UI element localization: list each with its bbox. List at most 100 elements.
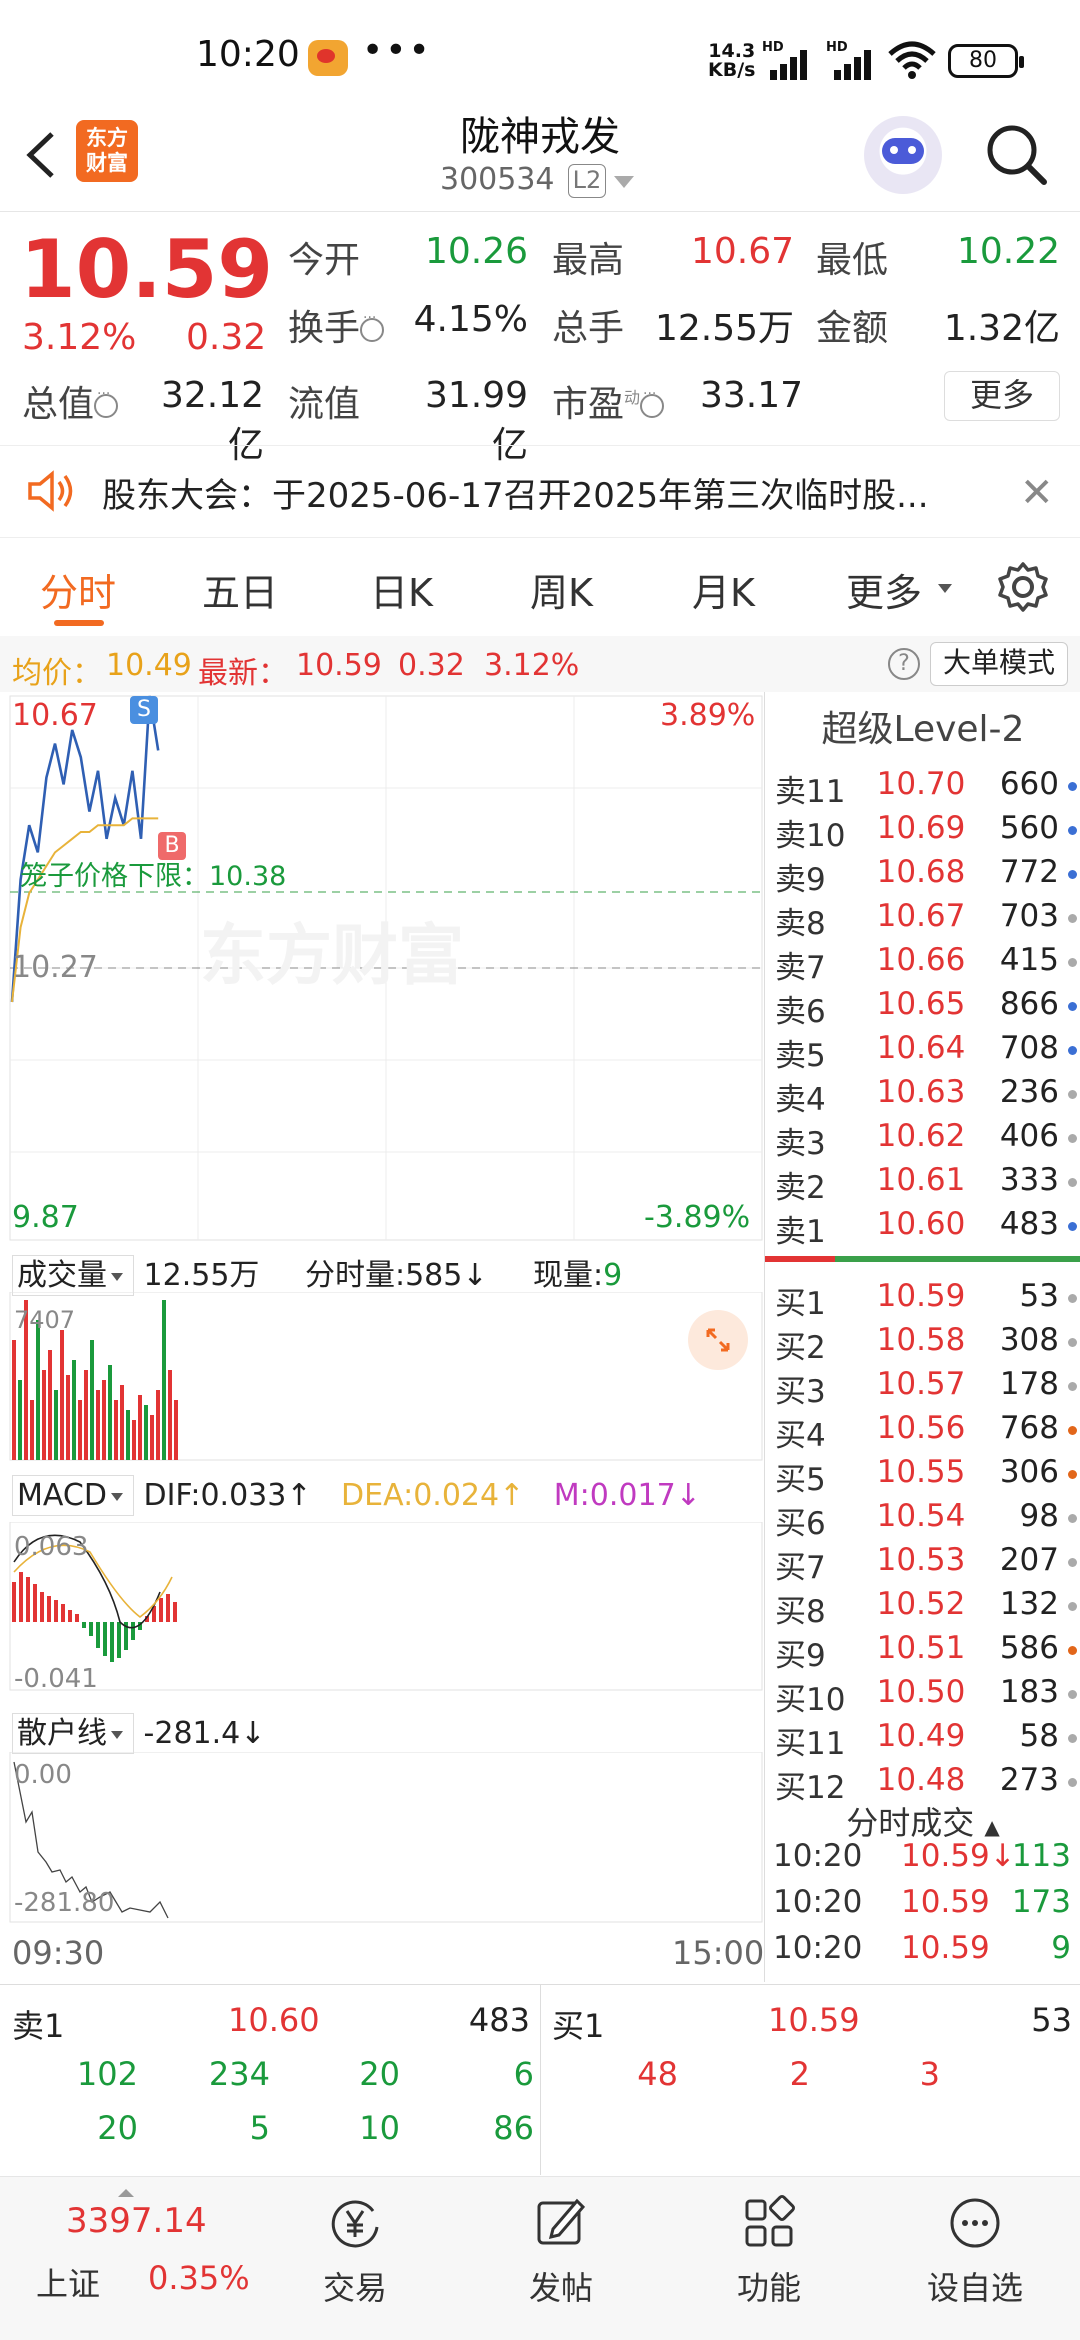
tab-daily-k[interactable]: 日K: [370, 562, 433, 617]
macd-indicator-select[interactable]: MACD: [12, 1475, 134, 1516]
tab-five-day[interactable]: 五日: [202, 562, 278, 617]
more-button[interactable]: 更多: [944, 371, 1060, 421]
volume-bar: [54, 1390, 58, 1460]
nav-trade[interactable]: 交易: [280, 2195, 430, 2309]
sell-queue-item: 5: [249, 2109, 270, 2147]
chevron-down-icon[interactable]: [614, 176, 634, 188]
net-speed: 14.3 KB/s: [708, 42, 755, 80]
order-flag-dot: [1068, 1338, 1077, 1347]
volume-bar: [18, 1380, 22, 1460]
ask-row[interactable]: 卖8 10.67 703: [771, 898, 1077, 942]
info-icon[interactable]: [640, 386, 665, 418]
nav-post[interactable]: 发帖: [486, 2195, 636, 2309]
trade-time: 10:20: [773, 1838, 863, 1874]
order-flag-dot: [1068, 1222, 1077, 1231]
tab-weekly-k[interactable]: 周K: [530, 562, 593, 617]
sell-marker[interactable]: S: [130, 696, 158, 724]
bid-row[interactable]: 买8 10.52 132: [771, 1586, 1077, 1630]
info-icon[interactable]: [360, 310, 385, 342]
chevron-down-icon[interactable]: [938, 584, 952, 593]
bid-row[interactable]: 买6 10.54 98: [771, 1498, 1077, 1542]
nav-functions[interactable]: 功能: [694, 2195, 844, 2309]
ask-row[interactable]: 卖7 10.66 415: [771, 942, 1077, 986]
volume-value: 12.55万: [654, 308, 794, 349]
active-tab-indicator: [54, 620, 104, 626]
watermark: 东方财富: [200, 917, 464, 994]
bid-row[interactable]: 买11 10.49 58: [771, 1718, 1077, 1762]
order-flag-dot: [1068, 1382, 1077, 1391]
chevron-down-icon: [111, 1272, 123, 1281]
help-icon[interactable]: ?: [888, 648, 920, 680]
close-icon[interactable]: ✕: [1020, 470, 1054, 516]
intraday-chart[interactable]: 东方财富 10.67 10.27 9.87 3.89% -3.89% 笼子价格下…: [0, 692, 764, 1982]
gear-icon[interactable]: [996, 560, 1050, 614]
volume-bar: [144, 1405, 148, 1460]
macd-bars: [12, 1572, 177, 1662]
volume-indicator-select[interactable]: 成交量: [12, 1255, 134, 1296]
y-axis-bottom: 9.87: [12, 1200, 79, 1235]
bid-row[interactable]: 买2 10.58 308: [771, 1322, 1077, 1366]
ask-level-label: 卖11: [775, 774, 846, 810]
ask-row[interactable]: 卖1 10.60 483: [771, 1206, 1077, 1250]
order-flag-dot: [1068, 1046, 1077, 1055]
bid-row[interactable]: 买5 10.55 306: [771, 1454, 1077, 1498]
macd-bar: [19, 1572, 23, 1622]
trade-row: 10:20 10.59 9: [771, 1930, 1077, 1974]
search-icon[interactable]: [982, 120, 1052, 190]
latest-value: 10.59: [296, 648, 382, 683]
high-value: 10.67: [690, 231, 794, 272]
macd-bar: [68, 1610, 72, 1622]
level2-badge[interactable]: L2: [568, 164, 606, 198]
volume-bar: [114, 1400, 118, 1460]
tab-intraday[interactable]: 分时: [40, 562, 116, 617]
bid-row[interactable]: 买9 10.51 586: [771, 1630, 1077, 1674]
ask-volume: 483: [999, 1206, 1059, 1242]
bid-row[interactable]: 买4 10.56 768: [771, 1410, 1077, 1454]
bid-row[interactable]: 买10 10.50 183: [771, 1674, 1077, 1718]
expand-icon[interactable]: [688, 1310, 748, 1370]
ask-row[interactable]: 卖5 10.64 708: [771, 1030, 1077, 1074]
ask-volume: 660: [999, 766, 1059, 802]
sell-queue-item: 234: [208, 2055, 270, 2093]
bid-level-label: 买2: [775, 1330, 826, 1366]
macd-bar: [166, 1594, 170, 1622]
trade-price: 10.59↓: [901, 1838, 1016, 1874]
macd-m: M:0.017↓: [553, 1478, 701, 1513]
speaker-icon: [28, 470, 73, 512]
nav-add-watchlist[interactable]: 设自选: [900, 2195, 1050, 2309]
notice-bar[interactable]: 股东大会：于2025-06-17召开2025年第三次临时股... ✕: [0, 445, 1080, 538]
buy-marker[interactable]: B: [158, 832, 186, 860]
chevron-up-icon: ▲: [984, 1815, 1000, 1839]
notice-text[interactable]: 股东大会：于2025-06-17召开2025年第三次临时股...: [102, 468, 929, 517]
amount-value: 1.32亿: [943, 308, 1060, 349]
bid-row[interactable]: 买3 10.57 178: [771, 1366, 1077, 1410]
ask-row[interactable]: 卖3 10.62 406: [771, 1118, 1077, 1162]
bid-price: 10.59: [876, 1278, 966, 1314]
ask-row[interactable]: 卖4 10.63 236: [771, 1074, 1077, 1118]
bid-price: 10.57: [876, 1366, 966, 1402]
index-change: 0.35%: [148, 2259, 250, 2297]
big-order-mode-button[interactable]: 大单模式: [930, 642, 1068, 686]
ask-row[interactable]: 卖2 10.61 333: [771, 1162, 1077, 1206]
assistant-robot-icon[interactable]: [864, 116, 942, 194]
index-widget[interactable]: 3397.14 上证 0.35%: [0, 2177, 260, 2340]
nav-functions-label: 功能: [736, 2269, 801, 2307]
ask-price: 10.65: [876, 986, 966, 1022]
ask-row[interactable]: 卖10 10.69 560: [771, 810, 1077, 854]
order-flag-dot: [1068, 1602, 1077, 1611]
macd-bar: [173, 1602, 177, 1622]
bid-row[interactable]: 买7 10.53 207: [771, 1542, 1077, 1586]
ask-row[interactable]: 卖6 10.65 866: [771, 986, 1077, 1030]
bid-row[interactable]: 买1 10.59 53: [771, 1278, 1077, 1322]
turnover-rate-label: 换手: [288, 299, 385, 351]
pct-axis-top: 3.89%: [660, 698, 756, 733]
info-icon[interactable]: [94, 386, 119, 418]
retail-indicator-select[interactable]: 散户线: [12, 1713, 134, 1754]
order-flag-dot: [1068, 1002, 1077, 1011]
ask-row[interactable]: 卖11 10.70 660: [771, 766, 1077, 810]
tab-more[interactable]: 更多: [846, 562, 922, 617]
bid-level-label: 买3: [775, 1374, 826, 1410]
buy-queue-item: 3: [919, 2055, 940, 2093]
tab-monthly-k[interactable]: 月K: [692, 562, 755, 617]
ask-row[interactable]: 卖9 10.68 772: [771, 854, 1077, 898]
